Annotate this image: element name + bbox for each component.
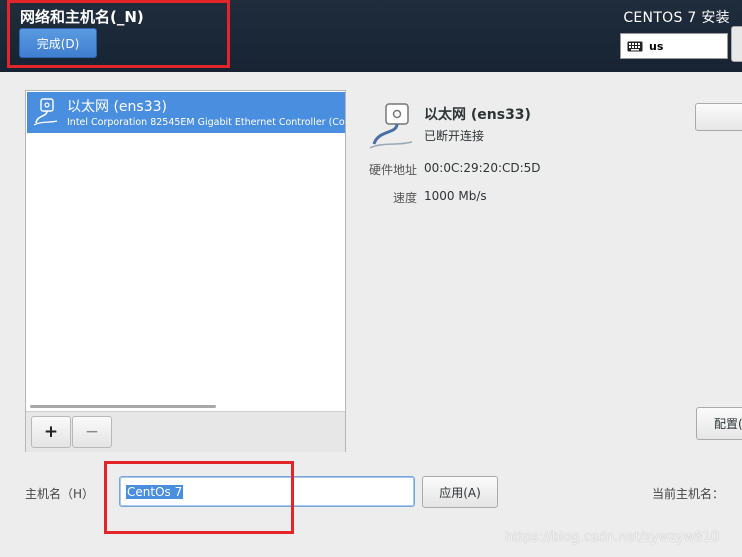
device-list: 以太网 (ens33) Intel Corporation 82545EM Gi… — [25, 90, 346, 452]
speed-value: 1000 Mb/s — [424, 189, 487, 203]
ethernet-cable-icon — [369, 103, 413, 149]
hostname-label: 主机名（H） — [25, 487, 95, 501]
remove-device-button[interactable]: − — [72, 416, 112, 448]
help-button[interactable] — [731, 26, 742, 62]
horizontal-scrollbar[interactable] — [30, 405, 216, 408]
annotation-box-hostname — [104, 461, 294, 534]
keyboard-icon — [627, 41, 643, 51]
keyboard-layout-label: us — [649, 39, 664, 53]
current-hostname-label: 当前主机名： — [652, 487, 725, 501]
hardware-address-value: 00:0C:29:20:CD:5D — [424, 161, 541, 175]
product-title: CENTOS 7 安装 — [623, 10, 730, 26]
connection-toggle[interactable] — [695, 103, 742, 131]
speed-label: 速度 — [392, 191, 417, 205]
list-item[interactable]: 以太网 (ens33) Intel Corporation 82545EM Gi… — [27, 92, 345, 133]
add-device-button[interactable]: + — [31, 416, 71, 448]
device-name: 以太网 (ens33) — [67, 99, 167, 115]
keyboard-layout-indicator[interactable]: us — [620, 33, 728, 59]
annotation-box-title — [7, 0, 230, 68]
connection-status: 已断开连接 — [424, 129, 485, 143]
device-list-toolbar: + − — [26, 411, 345, 452]
configure-button[interactable]: 配置(O)... — [696, 407, 742, 440]
apply-button[interactable]: 应用(A) — [422, 476, 498, 508]
watermark: https://blog.csdn.net/zywzyw810 — [505, 530, 720, 545]
device-description: Intel Corporation 82545EM Gigabit Ethern… — [67, 117, 345, 128]
device-detail-name: 以太网 (ens33) — [424, 107, 531, 123]
ethernet-cable-icon — [33, 98, 58, 126]
hardware-address-label: 硬件地址 — [368, 163, 417, 177]
